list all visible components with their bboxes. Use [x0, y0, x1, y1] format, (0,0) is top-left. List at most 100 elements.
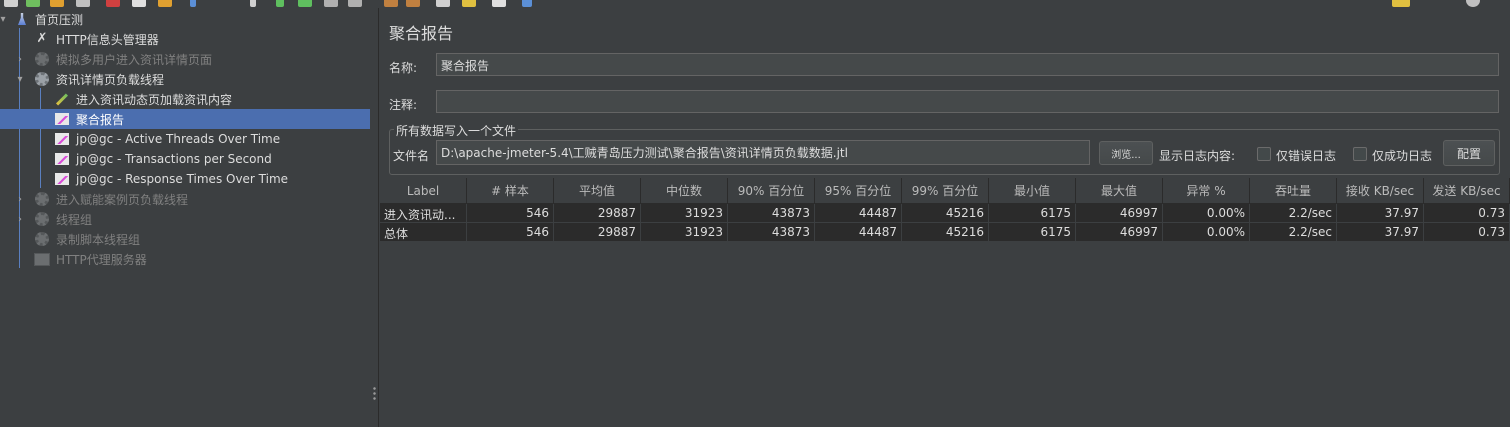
sampler-icon [54, 91, 70, 107]
toggle-icon[interactable] [250, 0, 256, 7]
success-only-checkbox[interactable] [1353, 147, 1367, 161]
table-cell: 0.73 [1424, 223, 1510, 242]
search-icon[interactable] [436, 0, 450, 7]
test-plan-icon [14, 11, 30, 27]
column-header[interactable]: 接收 KB/sec [1337, 178, 1424, 204]
column-header[interactable]: 平均值 [554, 178, 641, 204]
table-row[interactable]: 进入资讯动... 546 29887 31923 43873 44487 452… [380, 204, 1510, 223]
write-to-file-title: 所有数据写入一个文件 [394, 122, 519, 139]
chevron-right-icon[interactable]: › [15, 214, 25, 225]
tree-node-response-times[interactable]: jp@gc - Response Times Over Time [0, 169, 370, 189]
open-icon[interactable] [50, 0, 64, 7]
cut-icon[interactable] [106, 0, 120, 7]
file-name-field[interactable]: D:\apache-jmeter-5.4\工贼青岛压力测试\聚合报告\资讯详情页… [436, 140, 1090, 165]
listener-icon [54, 171, 70, 187]
warning-icon[interactable] [1392, 0, 1410, 7]
tree-node-proxy-server[interactable]: HTTP代理服务器 [0, 249, 370, 269]
log-content-label: 显示日志内容: [1159, 149, 1236, 163]
table-cell: 46997 [1076, 223, 1163, 242]
column-header[interactable]: 吞吐量 [1250, 178, 1337, 204]
listener-icon [54, 131, 70, 147]
function-helper-icon[interactable] [492, 0, 506, 7]
column-header[interactable]: 最小值 [989, 178, 1076, 204]
proxy-icon [34, 251, 50, 267]
name-field[interactable]: 聚合报告 [436, 53, 1499, 76]
aggregate-report-panel: 聚合报告 名称: 聚合报告 注释: 所有数据写入一个文件 文件名 D:\apac… [380, 8, 1510, 427]
column-header[interactable]: 90% 百分位 [728, 178, 815, 204]
table-cell: 6175 [989, 204, 1076, 223]
paste-icon[interactable] [158, 0, 172, 7]
help-icon[interactable] [522, 0, 532, 7]
chevron-right-icon[interactable]: › [15, 194, 25, 205]
table-row[interactable]: 总体 546 29887 31923 43873 44487 45216 617… [380, 223, 1510, 242]
listener-icon [54, 111, 70, 127]
tree-node-thread-group[interactable]: ▾ 资讯详情页负载线程 [0, 69, 370, 89]
chevron-down-icon[interactable]: ▾ [15, 74, 25, 85]
tree-node-sampler[interactable]: 进入资讯动态页加载资讯内容 [0, 89, 370, 109]
column-header[interactable]: 99% 百分位 [902, 178, 989, 204]
errors-only-checkbox[interactable] [1257, 147, 1271, 161]
copy-icon[interactable] [132, 0, 146, 7]
tree-node-active-threads[interactable]: jp@gc - Active Threads Over Time [0, 129, 370, 149]
table-cell: 37.97 [1337, 223, 1424, 242]
errors-only-label[interactable]: 仅错误日志 [1276, 147, 1336, 164]
tree-node-thread-group[interactable]: › 进入赋能案例页负载线程 [0, 189, 370, 209]
shutdown-icon[interactable] [348, 0, 362, 7]
start-no-pause-icon[interactable] [298, 0, 312, 7]
column-header[interactable]: 异常 % [1163, 178, 1250, 204]
gear-icon [34, 191, 50, 207]
table-cell: 546 [467, 204, 554, 223]
comment-field[interactable] [436, 90, 1499, 113]
start-icon[interactable] [276, 0, 284, 7]
templates-icon[interactable] [26, 0, 40, 7]
success-only-label[interactable]: 仅成功日志 [1372, 147, 1432, 164]
reset-search-icon[interactable] [462, 0, 476, 7]
toolbar [0, 0, 1510, 8]
tools-icon: ✗ [36, 31, 48, 46]
chevron-right-icon[interactable]: › [15, 54, 25, 65]
table-cell: 29887 [554, 223, 641, 242]
test-plan-tree: ▾ 首页压测 ✗ HTTP信息头管理器 › 模拟多用户进入资讯详情页面 ▾ 资讯… [0, 8, 370, 427]
tree-node-thread-group[interactable]: 录制脚本线程组 [0, 229, 370, 249]
table-cell: 546 [467, 223, 554, 242]
column-header[interactable]: 最大值 [1076, 178, 1163, 204]
clear-icon[interactable] [384, 0, 398, 7]
table-cell: 31923 [641, 204, 728, 223]
tree-node-test-plan[interactable]: ▾ 首页压测 [0, 9, 370, 29]
gear-icon [34, 71, 50, 87]
listener-icon [54, 151, 70, 167]
column-header[interactable]: 95% 百分位 [815, 178, 902, 204]
column-header[interactable]: # 样本 [467, 178, 554, 204]
table-cell: 44487 [815, 223, 902, 242]
tree-node-transactions-per-second[interactable]: jp@gc - Transactions per Second [0, 149, 370, 169]
table-cell: 6175 [989, 223, 1076, 242]
tree-node-aggregate-report[interactable]: 聚合报告 [0, 109, 370, 129]
browse-button[interactable]: 浏览... [1099, 141, 1153, 165]
panel-splitter[interactable] [370, 8, 379, 427]
table-cell: 37.97 [1337, 204, 1424, 223]
new-icon[interactable] [4, 0, 18, 7]
table-cell: 2.2/sec [1250, 204, 1337, 223]
chevron-down-icon[interactable]: ▾ [0, 14, 8, 25]
save-icon[interactable] [76, 0, 90, 7]
column-header[interactable]: 发送 KB/sec [1424, 178, 1510, 204]
status-icon [1466, 0, 1480, 7]
configure-button[interactable]: 配置 [1443, 140, 1495, 166]
clear-all-icon[interactable] [406, 0, 420, 7]
table-cell: 0.00% [1163, 204, 1250, 223]
drag-handle-icon[interactable] [373, 386, 376, 402]
expand-icon[interactable] [190, 0, 196, 7]
column-header[interactable]: 中位数 [641, 178, 728, 204]
gear-icon [34, 51, 50, 67]
stop-icon[interactable] [324, 0, 338, 7]
file-name-label: 文件名 [393, 149, 430, 163]
gear-icon [34, 231, 50, 247]
table-header: Label # 样本 平均值 中位数 90% 百分位 95% 百分位 99% 百… [380, 178, 1510, 204]
table-cell: 总体 [380, 223, 467, 242]
column-header[interactable]: Label [380, 178, 467, 204]
page-title: 聚合报告 [389, 24, 454, 43]
tree-node-header-manager[interactable]: ✗ HTTP信息头管理器 [0, 29, 370, 49]
table-cell: 0.00% [1163, 223, 1250, 242]
tree-node-thread-group[interactable]: › 线程组 [0, 209, 370, 229]
tree-node-thread-group[interactable]: › 模拟多用户进入资讯详情页面 [0, 49, 370, 69]
